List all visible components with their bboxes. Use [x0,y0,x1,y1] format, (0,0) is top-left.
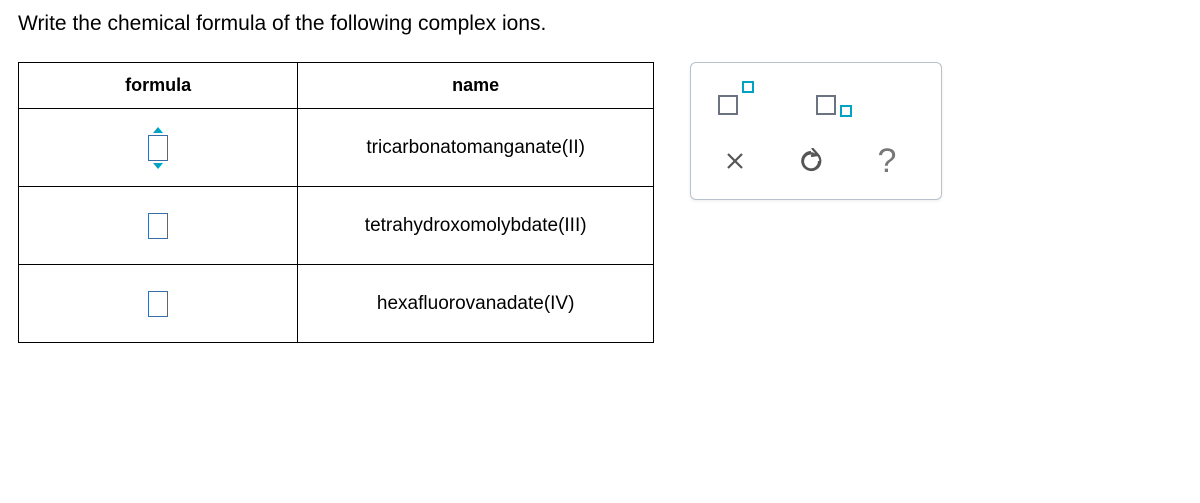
name-cell: hexafluorovanadate(IV) [298,265,654,343]
formula-cell[interactable] [19,187,298,265]
header-name: name [298,63,654,109]
formula-input[interactable] [148,291,168,317]
content-layout: formula name tricarbonatomanganate(II) t… [18,62,1182,343]
clear-button[interactable] [707,139,763,183]
subscript-button[interactable] [805,77,861,121]
reset-button[interactable] [783,139,839,183]
formula-input[interactable] [148,135,168,161]
subscript-icon [816,83,850,115]
formula-table: formula name tricarbonatomanganate(II) t… [18,62,654,343]
help-button[interactable]: ? [859,139,915,183]
format-row [707,77,925,121]
action-row: ? [707,139,925,183]
question-prompt: Write the chemical formula of the follow… [18,12,1182,36]
name-cell: tetrahydroxomolybdate(III) [298,187,654,265]
superscript-icon [718,83,752,115]
reset-icon [798,148,824,174]
formula-cell[interactable] [19,265,298,343]
help-icon: ? [878,144,897,178]
toolbox-panel: ? [690,62,942,200]
formula-cell[interactable] [19,109,298,187]
name-cell: tricarbonatomanganate(II) [298,109,654,187]
superscript-button[interactable] [707,77,763,121]
header-formula: formula [19,63,298,109]
table-row: tetrahydroxomolybdate(III) [19,187,654,265]
table-row: hexafluorovanadate(IV) [19,265,654,343]
close-icon [724,150,746,172]
table-row: tricarbonatomanganate(II) [19,109,654,187]
formula-input[interactable] [148,213,168,239]
